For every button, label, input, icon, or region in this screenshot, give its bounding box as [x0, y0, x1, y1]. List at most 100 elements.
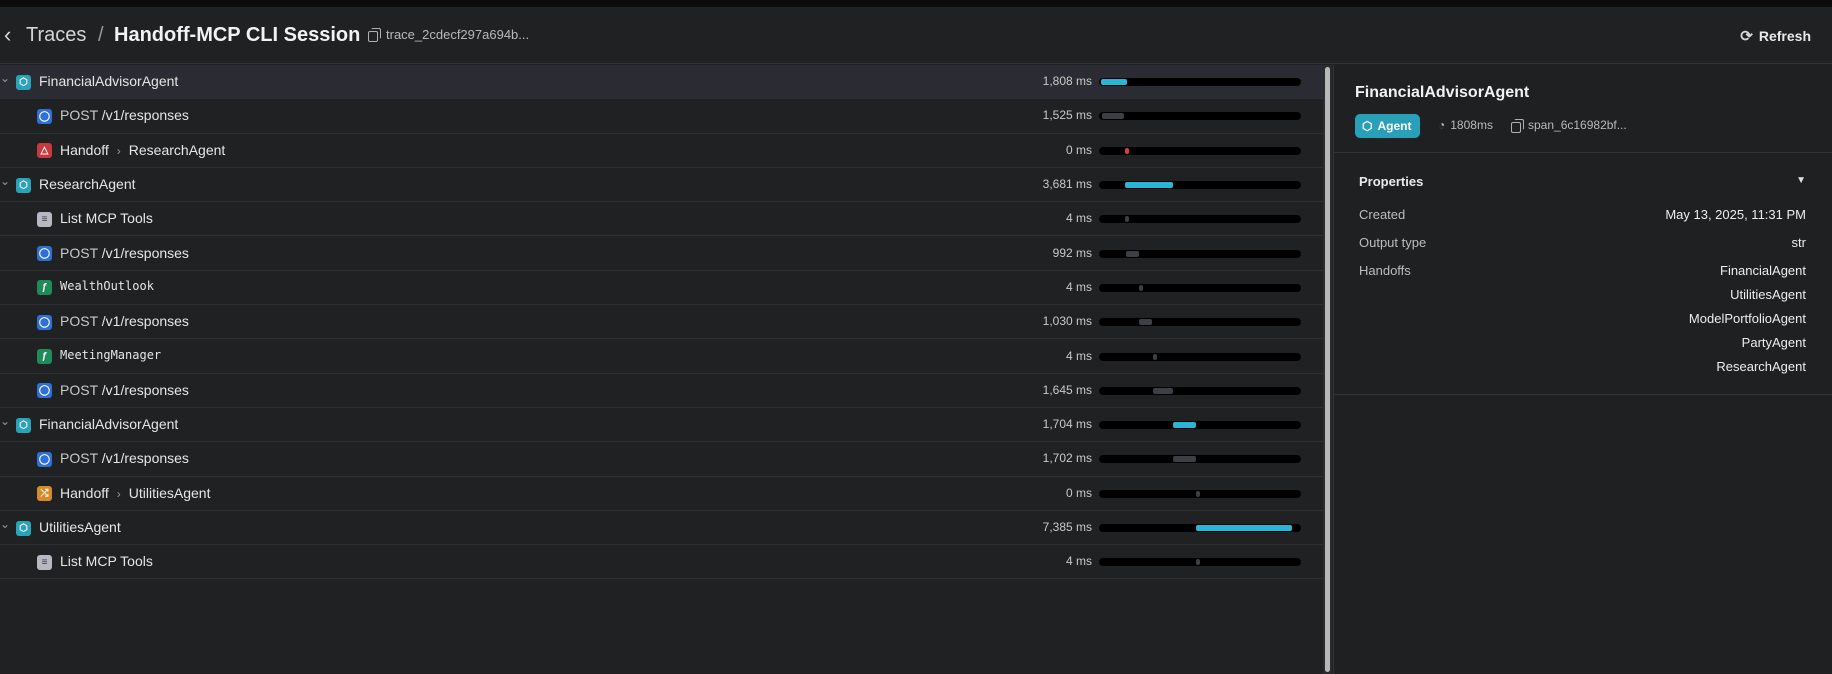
timeline-bar — [1124, 182, 1174, 189]
timeline-track — [1099, 78, 1301, 87]
timeline-bar — [1152, 387, 1174, 394]
span-label: POST /v1/responses — [60, 313, 189, 329]
speedometer-icon: ◔ — [1438, 118, 1446, 132]
http-path: /v1/responses — [97, 381, 189, 398]
span-id-text: span_6c16982bf... — [1528, 118, 1627, 132]
span-row[interactable]: ◯ POST /v1/responses 1,525 ms — [0, 99, 1323, 134]
span-row[interactable]: ƒ MeetingManager 4 ms — [0, 339, 1323, 374]
span-duration: 4 ms — [1065, 348, 1092, 363]
timeline-track — [1099, 112, 1301, 121]
span-row[interactable]: △ Handoff › ResearchAgent 0 ms — [0, 134, 1323, 168]
span-row[interactable]: ⌄ ⬡ ResearchAgent 3,681 ms — [0, 168, 1323, 203]
span-row[interactable]: ≡ List MCP Tools 4 ms — [0, 202, 1323, 237]
collapse-caret-icon[interactable]: ▼ — [1796, 175, 1806, 186]
span-row[interactable]: ⌄ ⬡ FinancialAdvisorAgent 1,704 ms — [0, 408, 1323, 443]
refresh-button[interactable]: ⟳ Refresh — [1740, 27, 1811, 45]
timeline-bar — [1126, 250, 1139, 257]
span-row[interactable]: ⌄ ⬡ UtilitiesAgent 7,385 ms — [0, 511, 1323, 546]
timeline-bar — [1173, 422, 1196, 429]
cube-icon: ⬡ — [16, 74, 31, 90]
span-row[interactable]: ◯ POST /v1/responses 992 ms — [0, 237, 1323, 271]
span-duration: 3,681 ms — [1042, 177, 1092, 192]
divider — [1334, 152, 1832, 153]
span-duration: 1,645 ms — [1042, 382, 1092, 397]
timeline-track — [1099, 524, 1301, 533]
chevron-down-icon[interactable]: ⌄ — [0, 517, 10, 531]
span-row[interactable]: ⤮ Handoff › UtilitiesAgent 0 ms — [0, 477, 1323, 511]
span-row[interactable]: ƒ WealthOutlook 4 ms — [0, 271, 1323, 306]
span-duration: ◔ 1808ms — [1438, 118, 1493, 132]
timeline-track — [1099, 215, 1301, 224]
agent-badge-label: Agent — [1377, 119, 1412, 133]
back-chevron-icon[interactable]: ‹ — [4, 24, 20, 46]
span-label: POST /v1/responses — [60, 382, 189, 398]
copy-icon — [1511, 118, 1524, 133]
property-key: Output type — [1359, 235, 1427, 250]
timeline-track — [1099, 283, 1301, 292]
span-label: WealthOutlook — [60, 278, 154, 293]
timeline-bar — [1124, 147, 1130, 154]
span-row[interactable]: ◯ POST /v1/responses 1,645 ms — [0, 374, 1323, 408]
timeline-track — [1099, 146, 1301, 155]
span-row[interactable]: ≡ List MCP Tools 4 ms — [0, 545, 1323, 580]
span-id-copy[interactable]: span_6c16982bf... — [1511, 118, 1627, 133]
handoff-label: Handoff — [60, 141, 109, 158]
scrollbar-thumb[interactable] — [1325, 67, 1330, 672]
span-label: Handoff › UtilitiesAgent — [60, 485, 210, 501]
timeline-bar — [1101, 79, 1127, 86]
timeline-bar — [1102, 113, 1125, 120]
property-value: UtilitiesAgent — [1730, 287, 1806, 302]
timeline-bar — [1152, 353, 1157, 360]
copy-icon — [368, 28, 381, 42]
span-label: List MCP Tools — [60, 553, 153, 570]
timeline-bar — [1195, 559, 1200, 566]
chevron-right-icon: › — [116, 486, 121, 501]
timeline-track — [1099, 489, 1301, 498]
http-method: POST — [60, 313, 98, 330]
span-row[interactable]: ⌄ ⬡ FinancialAdvisorAgent 1,808 ms — [0, 65, 1323, 100]
span-label: ResearchAgent — [39, 176, 136, 193]
span-row[interactable]: ◯ POST /v1/responses 1,702 ms — [0, 442, 1323, 477]
span-label: List MCP Tools — [60, 210, 153, 227]
span-label: Handoff › ResearchAgent — [60, 142, 225, 158]
chat-bubble-icon: ◯ — [37, 246, 52, 262]
span-duration: 992 ms — [1052, 245, 1092, 260]
properties-heading: Properties — [1359, 174, 1424, 189]
handoff-target: ResearchAgent — [128, 141, 226, 158]
chat-bubble-icon: ◯ — [37, 451, 52, 467]
span-label: POST /v1/responses — [60, 107, 189, 123]
property-value: FinancialAgent — [1720, 263, 1806, 278]
span-detail-panel: FinancialAdvisorAgent ⬡ Agent ◔ 1808ms s… — [1333, 65, 1832, 674]
timeline-bar — [1125, 216, 1130, 223]
breadcrumb-traces[interactable]: Traces — [26, 24, 86, 47]
span-row[interactable]: ◯ POST /v1/responses 1,030 ms — [0, 305, 1323, 340]
chevron-right-icon: › — [116, 143, 121, 158]
span-duration-text: 1808ms — [1450, 118, 1493, 132]
http-path: /v1/responses — [97, 313, 189, 330]
property-value: str — [1791, 235, 1806, 250]
property-key: Handoffs — [1359, 263, 1411, 278]
span-title: FinancialAdvisorAgent — [1355, 84, 1530, 101]
http-method: POST — [60, 381, 98, 398]
timeline-track — [1099, 249, 1301, 258]
warning-triangle-icon: △ — [37, 143, 52, 159]
http-path: /v1/responses — [97, 107, 189, 124]
span-label: POST /v1/responses — [60, 245, 189, 261]
chat-bubble-icon: ◯ — [37, 383, 52, 399]
refresh-label: Refresh — [1758, 28, 1811, 44]
refresh-icon: ⟳ — [1740, 28, 1753, 45]
http-method: POST — [60, 244, 98, 261]
cube-icon: ⬡ — [16, 417, 31, 433]
function-icon: ƒ — [37, 280, 52, 296]
span-duration: 1,525 ms — [1042, 108, 1092, 123]
trace-id-copy[interactable]: trace_2cdecf297a694b... — [368, 27, 529, 42]
chevron-down-icon[interactable]: ⌄ — [0, 414, 10, 428]
timeline-bar — [1195, 525, 1292, 532]
timeline-track — [1099, 558, 1301, 567]
span-duration: 4 ms — [1065, 554, 1092, 569]
page-title: Handoff-MCP CLI Session — [114, 24, 361, 46]
chevron-down-icon[interactable]: ⌄ — [0, 71, 10, 85]
property-value: PartyAgent — [1741, 335, 1806, 350]
chevron-down-icon[interactable]: ⌄ — [0, 174, 10, 188]
chat-bubble-icon: ◯ — [37, 314, 52, 330]
